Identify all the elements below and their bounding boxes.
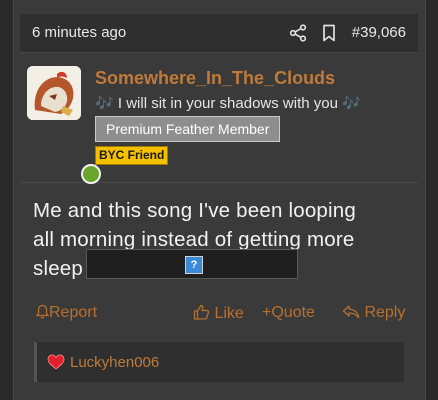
avatar-image bbox=[27, 66, 81, 120]
member-badge: Premium Feather Member bbox=[95, 116, 281, 142]
reply-label: Reply bbox=[364, 304, 406, 321]
quote-button[interactable]: +Quote bbox=[262, 304, 315, 322]
music-note-icon: 🎶 bbox=[342, 95, 361, 112]
author-tagline: 🎶 I will sit in your shadows with you 🎶 bbox=[95, 94, 361, 112]
missing-plugin-icon: ? bbox=[185, 256, 203, 274]
bookmark-icon[interactable] bbox=[322, 24, 336, 42]
report-label: Report bbox=[49, 304, 98, 321]
author-block: Somewhere_In_The_Clouds 🎶 I will sit in … bbox=[20, 58, 418, 184]
post-actions: Report Like +Quote Reply bbox=[0, 304, 438, 324]
media-embed[interactable]: ? bbox=[86, 249, 298, 279]
reaction-user-link[interactable]: Luckyhen006 bbox=[70, 354, 159, 371]
share-icon[interactable] bbox=[289, 24, 307, 42]
author-username[interactable]: Somewhere_In_The_Clouds bbox=[95, 68, 335, 89]
reactions-bar[interactable]: Luckyhen006 bbox=[34, 342, 404, 382]
quote-label: +Quote bbox=[262, 304, 315, 321]
reply-button[interactable]: Reply bbox=[342, 304, 405, 322]
message-line: Me and this song I've been looping bbox=[33, 199, 356, 222]
like-button[interactable]: Like bbox=[193, 304, 244, 323]
post-timestamp[interactable]: 6 minutes ago bbox=[32, 24, 126, 41]
post-header-bar: 6 minutes ago #39,066 bbox=[20, 14, 418, 53]
byc-friend-badge: BYC Friend bbox=[95, 146, 169, 165]
reply-arrow-icon bbox=[342, 305, 360, 319]
heart-icon bbox=[47, 354, 65, 370]
post-number-link[interactable]: #39,066 bbox=[352, 24, 406, 41]
online-status-indicator bbox=[81, 164, 101, 184]
avatar[interactable] bbox=[27, 66, 81, 120]
bell-icon bbox=[35, 304, 50, 319]
tagline-text: I will sit in your shadows with you bbox=[117, 95, 338, 112]
report-button[interactable]: Report bbox=[35, 304, 98, 322]
music-note-icon: 🎶 bbox=[95, 95, 114, 112]
like-label: Like bbox=[214, 305, 244, 322]
thumbs-up-icon bbox=[193, 304, 210, 320]
